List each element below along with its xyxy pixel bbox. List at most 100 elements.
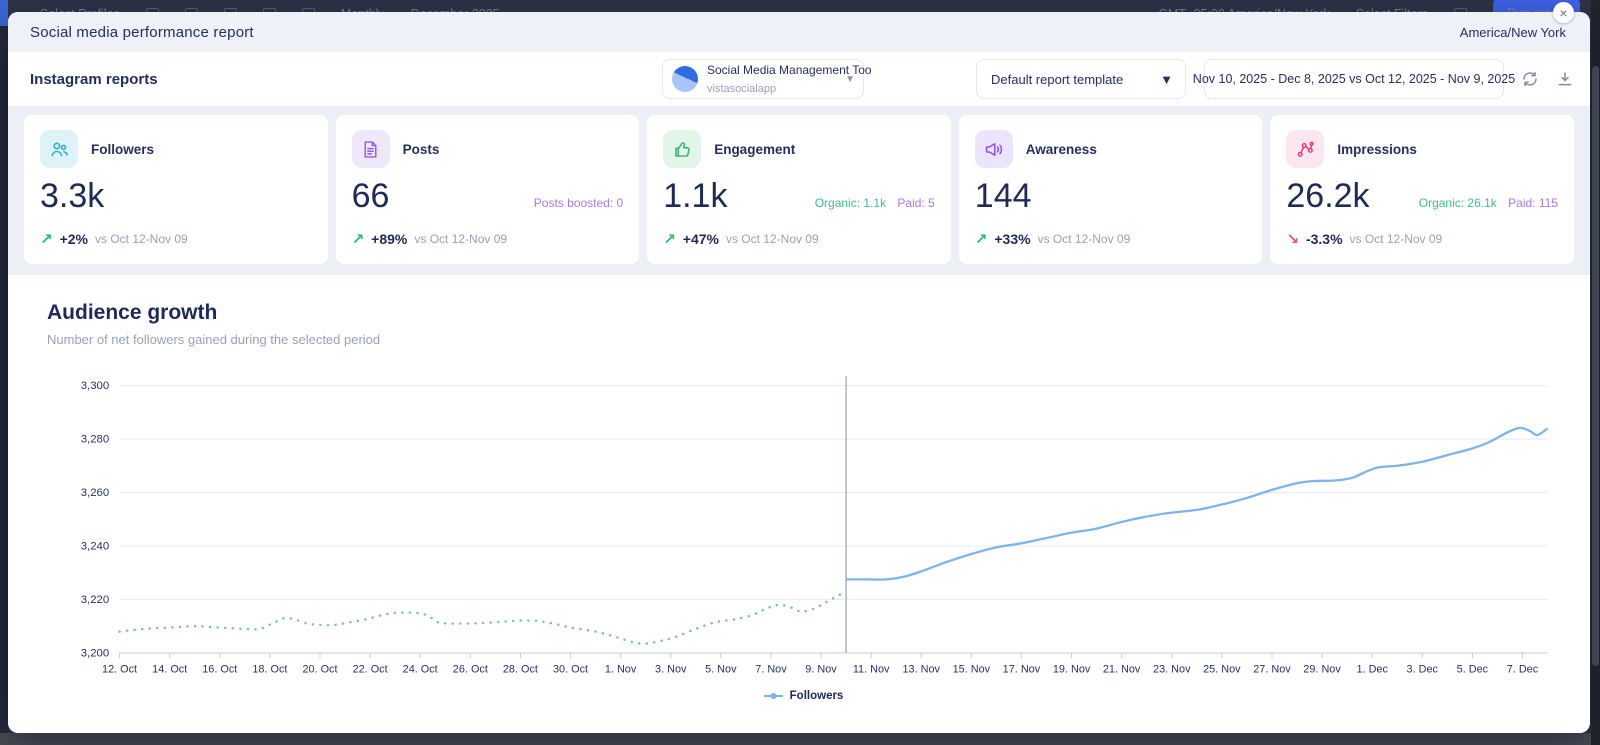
stat-card-awareness: Awareness 144 ↗ +33% vs Oct 12-Nov 09	[959, 115, 1263, 264]
stat-card-label: Engagement	[714, 142, 795, 157]
followers-icon	[40, 130, 78, 168]
refresh-icon[interactable]	[1521, 70, 1539, 88]
audience-growth-section: Audience growth Number of net followers …	[8, 275, 1590, 702]
svg-text:5. Nov: 5. Nov	[705, 663, 737, 675]
stat-card-label: Impressions	[1337, 142, 1417, 157]
trend-percent: +47%	[683, 231, 719, 247]
report-modal: Social media performance report America/…	[8, 12, 1590, 733]
trend-arrow-icon: ↗	[40, 230, 53, 248]
stat-card-value: 144	[975, 179, 1032, 215]
svg-text:7. Nov: 7. Nov	[755, 663, 787, 675]
stat-card-posts: Posts 66 Posts boosted: 0 ↗ +89% vs Oct …	[336, 115, 640, 264]
profile-selector[interactable]: Social Media Management Too vistasociala…	[662, 59, 864, 99]
trend-arrow-icon: ↗	[663, 230, 676, 248]
svg-text:25. Nov: 25. Nov	[1203, 663, 1241, 675]
organic-label: Organic: 26.1k	[1419, 196, 1497, 210]
awareness-icon	[975, 130, 1013, 168]
paid-label: Paid: 115	[1508, 196, 1558, 210]
trend-percent: +33%	[994, 231, 1030, 247]
organic-label: Organic: 1.1k	[815, 196, 886, 210]
posts-boosted-label: Posts boosted: 0	[534, 196, 623, 210]
svg-text:1. Dec: 1. Dec	[1356, 663, 1388, 675]
svg-text:20. Oct: 20. Oct	[302, 663, 337, 675]
svg-text:3,240: 3,240	[81, 540, 109, 552]
stat-card-value: 3.3k	[40, 179, 104, 215]
posts-icon	[352, 130, 390, 168]
stat-card-value: 66	[352, 179, 390, 215]
legend-line-marker-icon	[764, 692, 783, 700]
stat-card-value: 26.2k	[1286, 179, 1369, 215]
paid-label: Paid: 5	[897, 196, 934, 210]
svg-text:3,220: 3,220	[81, 594, 109, 606]
chart-subtitle: Number of net followers gained during th…	[47, 332, 1560, 347]
svg-text:29. Nov: 29. Nov	[1303, 663, 1341, 675]
stat-card-label: Awareness	[1026, 142, 1097, 157]
audience-growth-chart: 3,3003,2803,2603,2403,2203,20012. Oct14.…	[47, 369, 1560, 682]
page-scrollbar[interactable]	[1591, 0, 1600, 745]
stat-card-label: Posts	[403, 142, 440, 157]
impressions-icon	[1286, 130, 1324, 168]
timezone-label: America/New York	[1460, 25, 1566, 40]
svg-text:15. Nov: 15. Nov	[953, 663, 991, 675]
stat-cards-row: Followers 3.3k ↗ +2% vs Oct 12-Nov 09 Po…	[8, 106, 1590, 275]
svg-text:13. Nov: 13. Nov	[902, 663, 940, 675]
legend-label: Followers	[790, 690, 844, 702]
stat-card-label: Followers	[91, 142, 154, 157]
date-range-value: Nov 10, 2025 - Dec 8, 2025 vs Oct 12, 20…	[1193, 72, 1515, 86]
trend-versus: vs Oct 12-Nov 09	[1038, 232, 1131, 246]
svg-text:26. Oct: 26. Oct	[453, 663, 488, 675]
profile-handle: vistasocialapp	[707, 83, 776, 95]
profile-avatar	[672, 66, 698, 92]
svg-text:5. Dec: 5. Dec	[1457, 663, 1489, 675]
svg-text:14. Oct: 14. Oct	[152, 663, 187, 675]
chart-legend[interactable]: Followers	[47, 690, 1560, 702]
svg-text:3,280: 3,280	[81, 433, 109, 445]
section-title: Instagram reports	[30, 71, 158, 88]
svg-text:3. Nov: 3. Nov	[655, 663, 687, 675]
report-template-value: Default report template	[991, 72, 1123, 87]
background-bottom-bar	[0, 733, 1600, 745]
trend-arrow-icon: ↗	[352, 230, 365, 248]
stat-card-extras: Organic: 1.1k Paid: 5	[815, 196, 935, 215]
report-template-select[interactable]: Default report template ▼	[976, 59, 1186, 99]
svg-text:27. Nov: 27. Nov	[1253, 663, 1291, 675]
svg-text:9. Nov: 9. Nov	[805, 663, 837, 675]
svg-text:18. Oct: 18. Oct	[252, 663, 287, 675]
trend-versus: vs Oct 12-Nov 09	[95, 232, 188, 246]
svg-text:1. Nov: 1. Nov	[605, 663, 637, 675]
background-left-edge	[0, 0, 8, 745]
engagement-icon	[663, 130, 701, 168]
svg-text:11. Nov: 11. Nov	[853, 663, 890, 675]
background-logo	[0, 0, 8, 26]
stat-card-value: 1.1k	[663, 179, 727, 215]
page-title: Social media performance report	[30, 24, 254, 41]
report-toolbar: Instagram reports Social Media Managemen…	[8, 52, 1590, 106]
close-icon[interactable]: ×	[1553, 2, 1574, 23]
stat-card-followers: Followers 3.3k ↗ +2% vs Oct 12-Nov 09	[24, 115, 328, 264]
svg-text:7. Dec: 7. Dec	[1507, 663, 1539, 675]
chevron-down-icon: ▼	[1160, 72, 1173, 87]
svg-text:3,260: 3,260	[81, 487, 109, 499]
svg-text:17. Nov: 17. Nov	[1003, 663, 1041, 675]
svg-text:21. Nov: 21. Nov	[1103, 663, 1141, 675]
svg-text:23. Nov: 23. Nov	[1153, 663, 1191, 675]
trend-versus: vs Oct 12-Nov 09	[1350, 232, 1443, 246]
trend-versus: vs Oct 12-Nov 09	[414, 232, 507, 246]
svg-text:19. Nov: 19. Nov	[1053, 663, 1091, 675]
stat-card-engagement: Engagement 1.1k Organic: 1.1k Paid: 5 ↗ …	[647, 115, 951, 264]
chevron-down-icon: ▼	[845, 74, 855, 85]
trend-percent: +2%	[60, 231, 88, 247]
stat-card-extras: Posts boosted: 0	[526, 196, 623, 215]
trend-versus: vs Oct 12-Nov 09	[726, 232, 819, 246]
date-range-picker[interactable]: Nov 10, 2025 - Dec 8, 2025 vs Oct 12, 20…	[1204, 59, 1504, 99]
svg-text:3,300: 3,300	[81, 380, 109, 392]
trend-arrow-icon: ↗	[975, 230, 988, 248]
download-icon[interactable]	[1556, 70, 1574, 88]
svg-text:16. Oct: 16. Oct	[202, 663, 237, 675]
trend-percent: -3.3%	[1306, 231, 1343, 247]
modal-header: Social media performance report America/…	[8, 12, 1590, 52]
page-scrollbar-thumb[interactable]	[1592, 66, 1599, 666]
chart-title: Audience growth	[47, 301, 1560, 325]
stat-card-impressions: Impressions 26.2k Organic: 26.1k Paid: 1…	[1270, 115, 1574, 264]
svg-text:3,200: 3,200	[81, 647, 109, 659]
